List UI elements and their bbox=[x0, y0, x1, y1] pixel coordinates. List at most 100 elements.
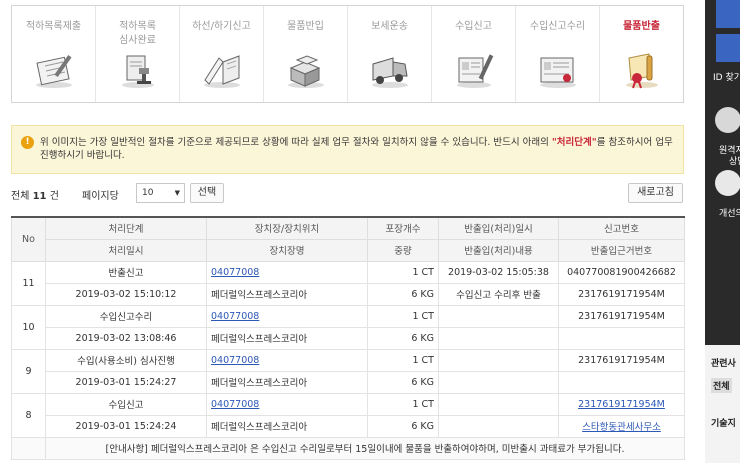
clipboard-icon bbox=[31, 50, 77, 90]
right-sidebar: ID 찾기 원격지 상담 개선의 관련사 전체 기술지 bbox=[705, 0, 740, 463]
process-step-label: 물품반출 bbox=[623, 21, 660, 32]
process-step-label: 보세운송 bbox=[371, 21, 408, 32]
document-stamp-icon bbox=[115, 50, 161, 90]
cell-report-no: 040770081900426682 bbox=[567, 266, 676, 278]
history-table: No 처리단계 장치장/장치위치 포장개수 반출입(처리)일시 신고번호 처리일… bbox=[11, 216, 685, 460]
process-step-label: 적하목록제출 bbox=[25, 21, 82, 32]
process-step-label: 수입신고 bbox=[455, 21, 492, 32]
table-row: 8 수입신고 04077008 1 CT 2317619171954M bbox=[11, 392, 685, 438]
form-pen-icon bbox=[451, 50, 497, 90]
header-basis-no: 반출입근거번호 bbox=[558, 238, 685, 262]
cell-step: 수입(사용소비) 심사진행 bbox=[77, 356, 175, 367]
process-step-7[interactable]: 수입신고수리 bbox=[516, 6, 600, 102]
cell-count: 1 CT bbox=[412, 266, 434, 278]
header-report-no: 신고번호 bbox=[558, 216, 685, 240]
process-step-3[interactable]: 하선/하기신고 bbox=[180, 6, 264, 102]
cell-proc-datetime: 2019-03-02 15:10:12 bbox=[75, 288, 177, 300]
cell-location-link[interactable]: 04077008 bbox=[211, 267, 259, 278]
header-location: 장치장/장치위치 bbox=[206, 216, 368, 240]
process-step-6[interactable]: 수입신고 bbox=[432, 6, 516, 102]
per-page-select[interactable]: 10 ▼ bbox=[136, 183, 185, 203]
cell-proc-datetime: 2019-03-02 13:08:46 bbox=[75, 332, 177, 344]
process-step-5[interactable]: 보세운송 bbox=[348, 6, 432, 102]
sidebar-id-find-link[interactable]: ID 찾기 bbox=[713, 70, 740, 83]
sidebar-consult-label: 상담 bbox=[729, 157, 740, 167]
list-toolbar: 전체 11 건 페이지당 10 ▼ 선택 새로고침 bbox=[11, 182, 684, 204]
header-inout-content: 반출입(처리)내용 bbox=[438, 238, 559, 262]
sidebar-tech-label: 기술지 bbox=[711, 419, 736, 429]
sidebar-improve-label: 개선의 bbox=[719, 209, 740, 219]
row-number: 9 bbox=[11, 348, 46, 394]
header-no: No bbox=[11, 216, 46, 262]
table-row: 11 반출신고 04077008 1 CT 2019-03-02 15:05:38 040… bbox=[11, 260, 685, 306]
cell-location-link[interactable]: 04077008 bbox=[211, 399, 259, 410]
refresh-button[interactable]: 새로고침 bbox=[628, 183, 683, 203]
header-step: 처리단계 bbox=[45, 216, 207, 240]
warning-icon: ! bbox=[21, 136, 34, 149]
cell-warehouse: 페더럴익스프레스코리아 bbox=[211, 378, 308, 389]
process-step-label: 수입신고수리 bbox=[529, 21, 586, 32]
cell-weight: 6 KG bbox=[411, 288, 434, 300]
table-row: 2019-03-01 15:24:27 페더럴익스프레스코리아 6 KG bbox=[12, 370, 685, 394]
process-step-label: 하선/하기신고 bbox=[192, 21, 251, 32]
process-step-8[interactable]: 물품반출 bbox=[600, 6, 683, 102]
table-footer-notice: [안내사항] 페더럴익스프레스코리아 은 수입신고 수리일로부터 15일이내에 … bbox=[11, 436, 685, 460]
notice-box: ! 위 이미지는 가장 일반적인 절차를 기준으로 제공되므로 상황에 따라 실… bbox=[11, 125, 684, 174]
cell-report-no[interactable]: 2317619171954M bbox=[578, 399, 665, 410]
remote-support-icon[interactable] bbox=[715, 107, 740, 133]
table-row: 2019-03-01 15:24:24 페더럴익스프레스코리아 6 KG 스타항동관세… bbox=[12, 414, 685, 438]
cell-count: 1 CT bbox=[412, 398, 434, 410]
process-step-2[interactable]: 적하목록 심사완료 bbox=[96, 6, 180, 102]
cell-inout-datetime: 2019-03-02 15:05:38 bbox=[448, 266, 549, 278]
process-step-4[interactable]: 물품반입 bbox=[264, 6, 348, 102]
cell-warehouse: 페더럴익스프레스코리아 bbox=[211, 422, 308, 433]
process-step-1[interactable]: 적하목록제출 bbox=[12, 6, 96, 102]
cell-report-no: 2317619171954M bbox=[578, 354, 665, 366]
process-step-label: 물품반입 bbox=[287, 21, 324, 32]
cell-basis-no[interactable]: 스타항동관세사무소 bbox=[582, 422, 661, 433]
cell-proc-datetime: 2019-03-01 15:24:27 bbox=[75, 376, 177, 388]
footer-notice-no-cell bbox=[11, 436, 46, 460]
header-weight: 중량 bbox=[367, 238, 439, 262]
row-number: 10 bbox=[11, 304, 46, 350]
table-row: 2019-03-02 15:10:12 페더럴익스프레스코리아 6 KG 수입신고 수… bbox=[12, 282, 685, 306]
row-number: 8 bbox=[11, 392, 46, 438]
certificate-icon bbox=[535, 50, 581, 90]
table-row: 2019-03-02 13:08:46 페더럴익스프레스코리아 6 KG bbox=[12, 326, 685, 350]
sidebar-banner-top[interactable] bbox=[716, 0, 740, 28]
cell-warehouse: 페더럴익스프레스코리아 bbox=[211, 290, 308, 301]
process-steps: 적하목록제출 적하목록 심사완료 하선/하기신고 물품반입 보세운송 수입신고 수입신고수리… bbox=[11, 5, 684, 103]
chevron-down-icon: ▼ bbox=[174, 189, 180, 197]
cell-report-no: 2317619171954M bbox=[578, 310, 665, 322]
header-count: 포장개수 bbox=[367, 216, 439, 240]
process-step-label: 적하목록 심사완료 bbox=[119, 21, 156, 46]
total-count: 전체 11 건 bbox=[11, 191, 59, 202]
release-scroll-icon bbox=[619, 50, 665, 90]
cell-weight: 6 KG bbox=[411, 376, 434, 388]
sidebar-related-label: 관련사 bbox=[711, 359, 736, 369]
table-row: 10 수입신고수리 04077008 1 CT 2317619171954M bbox=[11, 304, 685, 350]
footer-notice-text: [안내사항] 페더럴익스프레스코리아 은 수입신고 수리일로부터 15일이내에 … bbox=[45, 436, 685, 460]
notice-text: 위 이미지는 가장 일반적인 절차를 기준으로 제공되므로 상황에 따라 실제 … bbox=[40, 137, 673, 161]
cell-proc-datetime: 2019-03-01 15:24:24 bbox=[75, 420, 177, 432]
header-inout-datetime: 반출입(처리)일시 bbox=[438, 216, 559, 240]
header-proc-datetime: 처리일시 bbox=[45, 238, 207, 262]
per-page-label: 페이지당 bbox=[82, 191, 119, 202]
cell-step: 수입신고수리 bbox=[99, 312, 153, 323]
cell-count: 1 CT bbox=[412, 354, 434, 366]
cell-basis-no: 2317619171954M bbox=[578, 288, 665, 300]
truck-icon bbox=[367, 50, 413, 90]
sidebar-all-select[interactable]: 전체 bbox=[711, 378, 732, 393]
cell-step: 수입신고 bbox=[108, 400, 144, 411]
sidebar-banner-second[interactable] bbox=[716, 34, 740, 62]
cell-inout-content: 수입신고 수리후 반출 bbox=[456, 290, 541, 301]
cell-location-link[interactable]: 04077008 bbox=[211, 355, 259, 366]
select-button[interactable]: 선택 bbox=[190, 183, 224, 203]
cell-weight: 6 KG bbox=[411, 332, 434, 344]
cell-count: 1 CT bbox=[412, 310, 434, 322]
cell-warehouse: 페더럴익스프레스코리아 bbox=[211, 334, 308, 345]
checkmark-icon[interactable] bbox=[715, 170, 740, 196]
cell-weight: 6 KG bbox=[411, 420, 434, 432]
cell-location-link[interactable]: 04077008 bbox=[211, 311, 259, 322]
boxes-icon bbox=[283, 50, 329, 90]
